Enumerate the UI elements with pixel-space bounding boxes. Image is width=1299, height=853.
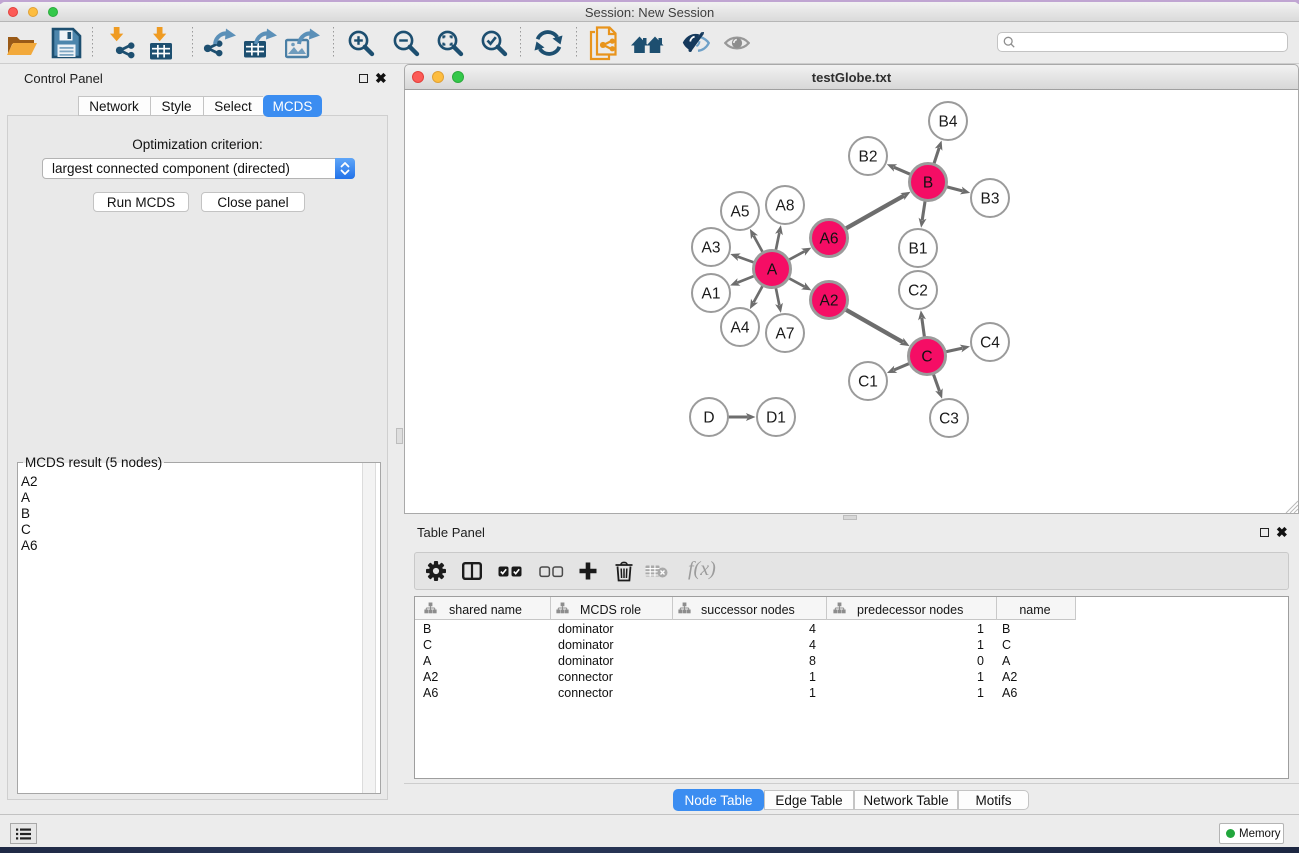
svg-text:A5: A5 [731,204,750,221]
svg-text:A6: A6 [820,231,839,248]
svg-text:A7: A7 [776,326,795,343]
svg-text:D: D [703,410,714,427]
svg-text:A4: A4 [731,320,750,337]
svg-text:A8: A8 [776,198,795,215]
svg-text:B1: B1 [909,241,928,258]
svg-text:C4: C4 [980,335,1000,352]
svg-text:C: C [921,349,932,366]
svg-text:D1: D1 [766,410,786,427]
svg-text:B4: B4 [939,114,958,131]
svg-text:C3: C3 [939,411,959,428]
svg-text:A3: A3 [702,240,721,257]
svg-text:C1: C1 [858,374,878,391]
svg-text:A: A [767,262,778,279]
svg-text:A2: A2 [820,293,839,310]
svg-text:C2: C2 [908,283,928,300]
svg-text:B2: B2 [859,149,878,166]
svg-text:B3: B3 [981,191,1000,208]
svg-text:B: B [923,175,933,192]
svg-text:A1: A1 [702,286,721,303]
